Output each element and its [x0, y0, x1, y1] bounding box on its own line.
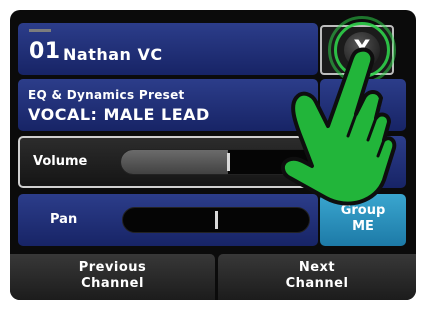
volume-handle[interactable] [227, 153, 230, 171]
previous-label-line1: Previous [78, 260, 147, 275]
next-label-line2: Channel [285, 276, 349, 291]
channel-number: 01 [29, 39, 61, 64]
pan-handle[interactable] [215, 211, 218, 229]
next-channel-button[interactable]: Next Channel [218, 254, 416, 300]
eq-preset-label: EQ & Dynamics Preset [28, 88, 185, 102]
pan-slider[interactable] [122, 207, 310, 233]
volume-fill [121, 150, 228, 174]
pointing-hand-icon [281, 47, 397, 206]
group-label-line2: ME [352, 219, 374, 234]
channel-name: Nathan VC [63, 45, 163, 64]
previous-channel-button[interactable]: Previous Channel [10, 254, 215, 300]
eq-preset-value: VOCAL: MALE LEAD [28, 105, 210, 124]
volume-label: Volume [33, 154, 88, 169]
pan-label: Pan [50, 212, 78, 227]
channel-color-strip [29, 29, 51, 32]
previous-label-line2: Channel [81, 276, 144, 291]
next-label-line1: Next [298, 260, 336, 275]
